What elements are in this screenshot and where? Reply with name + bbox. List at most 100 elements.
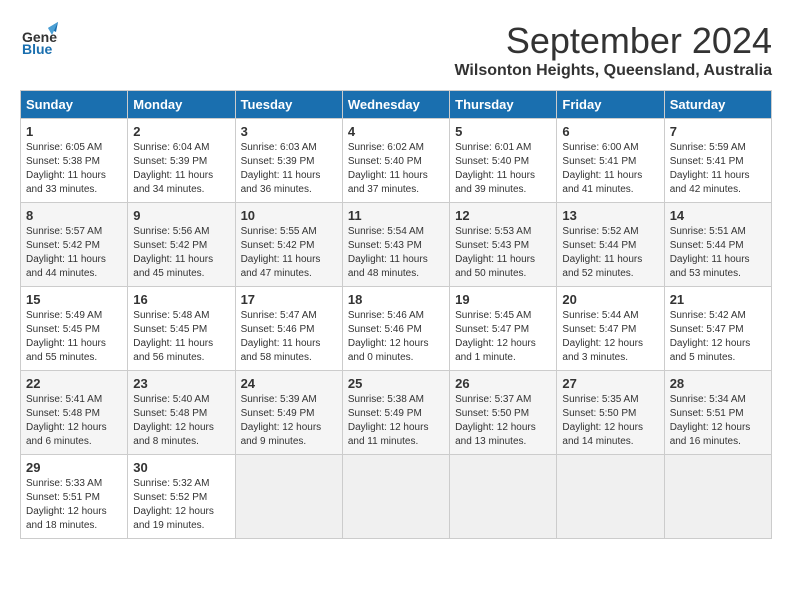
calendar-cell: 9 Sunrise: 5:56 AM Sunset: 5:42 PM Daylig… <box>128 203 235 287</box>
calendar-cell: 23Sunrise: 5:40 AM Sunset: 5:48 PM Dayli… <box>128 371 235 455</box>
calendar-cell: 24Sunrise: 5:39 AM Sunset: 5:49 PM Dayli… <box>235 371 342 455</box>
day-number: 21 <box>670 292 766 307</box>
weekday-header-saturday: Saturday <box>664 91 771 119</box>
calendar-week-5: 29 Sunrise: 5:33 AM Sunset: 5:51 PM Dayli… <box>21 455 772 539</box>
day-number: 4 <box>348 124 444 139</box>
month-year-title: September 2024 <box>454 20 772 62</box>
calendar-cell <box>235 455 342 539</box>
logo-icon: General Blue <box>20 20 58 63</box>
calendar-cell: 19 Sunrise: 5:45 AM Sunset: 5:47 PM Dayli… <box>450 287 557 371</box>
location-subtitle: Wilsonton Heights, Queensland, Australia <box>454 62 772 80</box>
calendar-body: 1Sunrise: 6:05 AM Sunset: 5:38 PM Daylig… <box>21 119 772 539</box>
day-info: Sunrise: 5:35 AM Sunset: 5:50 PM Dayligh… <box>562 393 658 449</box>
weekday-header-friday: Friday <box>557 91 664 119</box>
day-number: 2 <box>133 124 229 139</box>
day-info: Sunrise: 6:00 AM Sunset: 5:41 PM Dayligh… <box>562 141 658 197</box>
day-number: 10 <box>241 208 337 223</box>
day-info: Sunrise: 5:46 AM Sunset: 5:46 PM Dayligh… <box>348 309 444 365</box>
day-number: 9 <box>133 208 229 223</box>
day-number: 15 <box>26 292 122 307</box>
calendar-cell: 8 Sunrise: 5:57 AM Sunset: 5:42 PM Daylig… <box>21 203 128 287</box>
day-info: Sunrise: 5:51 AM Sunset: 5:44 PM Dayligh… <box>670 225 766 281</box>
page-header: General Blue September 2024 Wilsonton He… <box>20 20 772 80</box>
calendar-cell: 27 Sunrise: 5:35 AM Sunset: 5:50 PM Dayli… <box>557 371 664 455</box>
weekday-header-thursday: Thursday <box>450 91 557 119</box>
day-number: 29 <box>26 460 122 475</box>
calendar-cell: 7 Sunrise: 5:59 AM Sunset: 5:41 PM Daylig… <box>664 119 771 203</box>
day-number: 20 <box>562 292 658 307</box>
day-info: Sunrise: 5:39 AM Sunset: 5:49 PM Dayligh… <box>241 393 337 449</box>
day-info: Sunrise: 5:59 AM Sunset: 5:41 PM Dayligh… <box>670 141 766 197</box>
weekday-header-monday: Monday <box>128 91 235 119</box>
day-info: Sunrise: 5:42 AM Sunset: 5:47 PM Dayligh… <box>670 309 766 365</box>
calendar-cell: 25 Sunrise: 5:38 AM Sunset: 5:49 PM Dayli… <box>342 371 449 455</box>
day-number: 26 <box>455 376 551 391</box>
calendar-week-4: 22Sunrise: 5:41 AM Sunset: 5:48 PM Dayli… <box>21 371 772 455</box>
day-number: 3 <box>241 124 337 139</box>
day-info: Sunrise: 5:54 AM Sunset: 5:43 PM Dayligh… <box>348 225 444 281</box>
calendar-cell: 13 Sunrise: 5:52 AM Sunset: 5:44 PM Dayli… <box>557 203 664 287</box>
calendar-cell: 6 Sunrise: 6:00 AM Sunset: 5:41 PM Daylig… <box>557 119 664 203</box>
calendar-cell: 5 Sunrise: 6:01 AM Sunset: 5:40 PM Daylig… <box>450 119 557 203</box>
calendar-cell <box>342 455 449 539</box>
calendar-week-2: 8 Sunrise: 5:57 AM Sunset: 5:42 PM Daylig… <box>21 203 772 287</box>
weekday-header-row: SundayMondayTuesdayWednesdayThursdayFrid… <box>21 91 772 119</box>
calendar-cell: 10 Sunrise: 5:55 AM Sunset: 5:42 PM Dayli… <box>235 203 342 287</box>
calendar-cell: 16Sunrise: 5:48 AM Sunset: 5:45 PM Dayli… <box>128 287 235 371</box>
day-info: Sunrise: 5:33 AM Sunset: 5:51 PM Dayligh… <box>26 477 122 533</box>
calendar-cell: 4Sunrise: 6:02 AM Sunset: 5:40 PM Daylig… <box>342 119 449 203</box>
calendar-cell <box>450 455 557 539</box>
calendar-cell: 14 Sunrise: 5:51 AM Sunset: 5:44 PM Dayli… <box>664 203 771 287</box>
day-info: Sunrise: 5:44 AM Sunset: 5:47 PM Dayligh… <box>562 309 658 365</box>
weekday-header-wednesday: Wednesday <box>342 91 449 119</box>
day-info: Sunrise: 5:53 AM Sunset: 5:43 PM Dayligh… <box>455 225 551 281</box>
calendar-cell: 30Sunrise: 5:32 AM Sunset: 5:52 PM Dayli… <box>128 455 235 539</box>
day-number: 5 <box>455 124 551 139</box>
day-info: Sunrise: 5:57 AM Sunset: 5:42 PM Dayligh… <box>26 225 122 281</box>
day-number: 25 <box>348 376 444 391</box>
day-number: 19 <box>455 292 551 307</box>
day-info: Sunrise: 5:34 AM Sunset: 5:51 PM Dayligh… <box>670 393 766 449</box>
svg-text:Blue: Blue <box>22 41 53 57</box>
day-number: 28 <box>670 376 766 391</box>
day-number: 6 <box>562 124 658 139</box>
day-number: 7 <box>670 124 766 139</box>
day-number: 17 <box>241 292 337 307</box>
calendar-cell: 11 Sunrise: 5:54 AM Sunset: 5:43 PM Dayli… <box>342 203 449 287</box>
day-info: Sunrise: 5:48 AM Sunset: 5:45 PM Dayligh… <box>133 309 229 365</box>
calendar-cell <box>557 455 664 539</box>
day-info: Sunrise: 5:37 AM Sunset: 5:50 PM Dayligh… <box>455 393 551 449</box>
title-block: September 2024 Wilsonton Heights, Queens… <box>454 20 772 80</box>
day-info: Sunrise: 6:01 AM Sunset: 5:40 PM Dayligh… <box>455 141 551 197</box>
day-info: Sunrise: 5:52 AM Sunset: 5:44 PM Dayligh… <box>562 225 658 281</box>
calendar-table: SundayMondayTuesdayWednesdayThursdayFrid… <box>20 90 772 539</box>
day-number: 18 <box>348 292 444 307</box>
day-info: Sunrise: 5:55 AM Sunset: 5:42 PM Dayligh… <box>241 225 337 281</box>
calendar-cell: 2 Sunrise: 6:04 AM Sunset: 5:39 PM Daylig… <box>128 119 235 203</box>
calendar-week-3: 15Sunrise: 5:49 AM Sunset: 5:45 PM Dayli… <box>21 287 772 371</box>
calendar-cell: 3 Sunrise: 6:03 AM Sunset: 5:39 PM Daylig… <box>235 119 342 203</box>
day-info: Sunrise: 6:03 AM Sunset: 5:39 PM Dayligh… <box>241 141 337 197</box>
calendar-cell: 18 Sunrise: 5:46 AM Sunset: 5:46 PM Dayli… <box>342 287 449 371</box>
day-number: 30 <box>133 460 229 475</box>
calendar-header: SundayMondayTuesdayWednesdayThursdayFrid… <box>21 91 772 119</box>
day-number: 13 <box>562 208 658 223</box>
calendar-cell: 17 Sunrise: 5:47 AM Sunset: 5:46 PM Dayli… <box>235 287 342 371</box>
day-info: Sunrise: 5:47 AM Sunset: 5:46 PM Dayligh… <box>241 309 337 365</box>
day-info: Sunrise: 6:04 AM Sunset: 5:39 PM Dayligh… <box>133 141 229 197</box>
weekday-header-tuesday: Tuesday <box>235 91 342 119</box>
calendar-cell: 22Sunrise: 5:41 AM Sunset: 5:48 PM Dayli… <box>21 371 128 455</box>
day-info: Sunrise: 5:45 AM Sunset: 5:47 PM Dayligh… <box>455 309 551 365</box>
day-number: 27 <box>562 376 658 391</box>
calendar-cell: 1Sunrise: 6:05 AM Sunset: 5:38 PM Daylig… <box>21 119 128 203</box>
day-number: 14 <box>670 208 766 223</box>
calendar-cell: 28 Sunrise: 5:34 AM Sunset: 5:51 PM Dayli… <box>664 371 771 455</box>
day-number: 11 <box>348 208 444 223</box>
calendar-cell <box>664 455 771 539</box>
day-info: Sunrise: 5:41 AM Sunset: 5:48 PM Dayligh… <box>26 393 122 449</box>
day-number: 8 <box>26 208 122 223</box>
day-info: Sunrise: 5:38 AM Sunset: 5:49 PM Dayligh… <box>348 393 444 449</box>
logo: General Blue <box>20 20 58 63</box>
day-info: Sunrise: 5:56 AM Sunset: 5:42 PM Dayligh… <box>133 225 229 281</box>
calendar-cell: 26 Sunrise: 5:37 AM Sunset: 5:50 PM Dayli… <box>450 371 557 455</box>
